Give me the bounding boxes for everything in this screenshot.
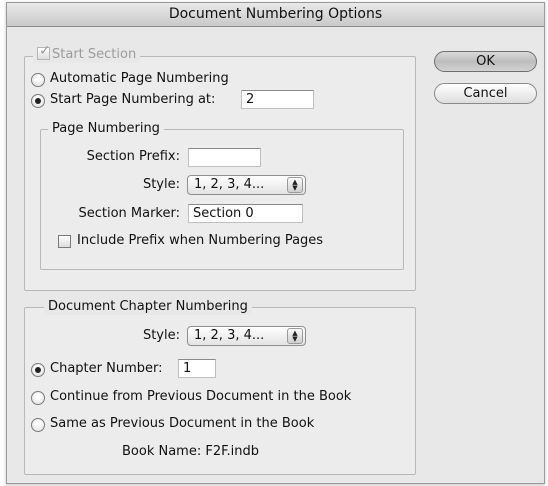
chapter-numbering-legend: Document Chapter Numbering [44,299,252,315]
continue-previous-radio[interactable] [31,391,45,405]
section-prefix-label: Section Prefix: [86,149,180,164]
book-name-label: Book Name: F2F.indb [122,444,259,459]
checkmark-icon: ✓ [39,43,51,59]
page-style-select[interactable]: 1, 2, 3, 4... ▲ ▼ [187,175,306,195]
section-prefix-input[interactable] [188,148,261,167]
start-section-checkbox[interactable]: ✓ [37,43,51,60]
start-page-number-input[interactable]: 2 [241,90,314,109]
start-section-label: Start Section [52,47,137,62]
same-as-previous-radio[interactable] [31,418,45,432]
page-style-label: Style: [142,177,180,192]
start-section-legend: ✓ Start Section [33,43,141,63]
stepper-arrows-icon: ▲ ▼ [287,328,303,344]
chapter-style-label: Style: [142,328,180,343]
page-style-value: 1, 2, 3, 4... [194,177,265,192]
chapter-style-select[interactable]: 1, 2, 3, 4... ▲ ▼ [187,326,306,346]
automatic-page-numbering-radio[interactable] [31,73,45,87]
dialog-title: Document Numbering Options [7,3,544,27]
chapter-number-input[interactable]: 1 [178,359,216,378]
ok-button[interactable]: OK [434,51,537,72]
start-page-numbering-label: Start Page Numbering at: [50,92,216,107]
section-marker-label: Section Marker: [78,206,180,221]
chapter-style-value: 1, 2, 3, 4... [194,328,265,343]
chapter-number-label: Chapter Number: [50,361,163,376]
include-prefix-label: Include Prefix when Numbering Pages [77,233,324,248]
page-numbering-legend: Page Numbering [48,121,164,137]
cancel-button[interactable]: Cancel [434,83,537,104]
include-prefix-checkbox[interactable] [58,235,71,248]
document-numbering-dialog: Document Numbering Options OK Cancel ✓ St… [6,2,545,484]
continue-previous-label: Continue from Previous Document in the B… [50,389,352,404]
section-marker-input[interactable]: Section 0 [188,204,303,223]
same-as-previous-label: Same as Previous Document in the Book [50,416,315,431]
automatic-page-numbering-label: Automatic Page Numbering [50,71,229,86]
chapter-number-radio[interactable] [31,363,45,377]
start-page-numbering-radio[interactable] [31,94,45,108]
stepper-arrows-icon: ▲ ▼ [287,177,303,193]
